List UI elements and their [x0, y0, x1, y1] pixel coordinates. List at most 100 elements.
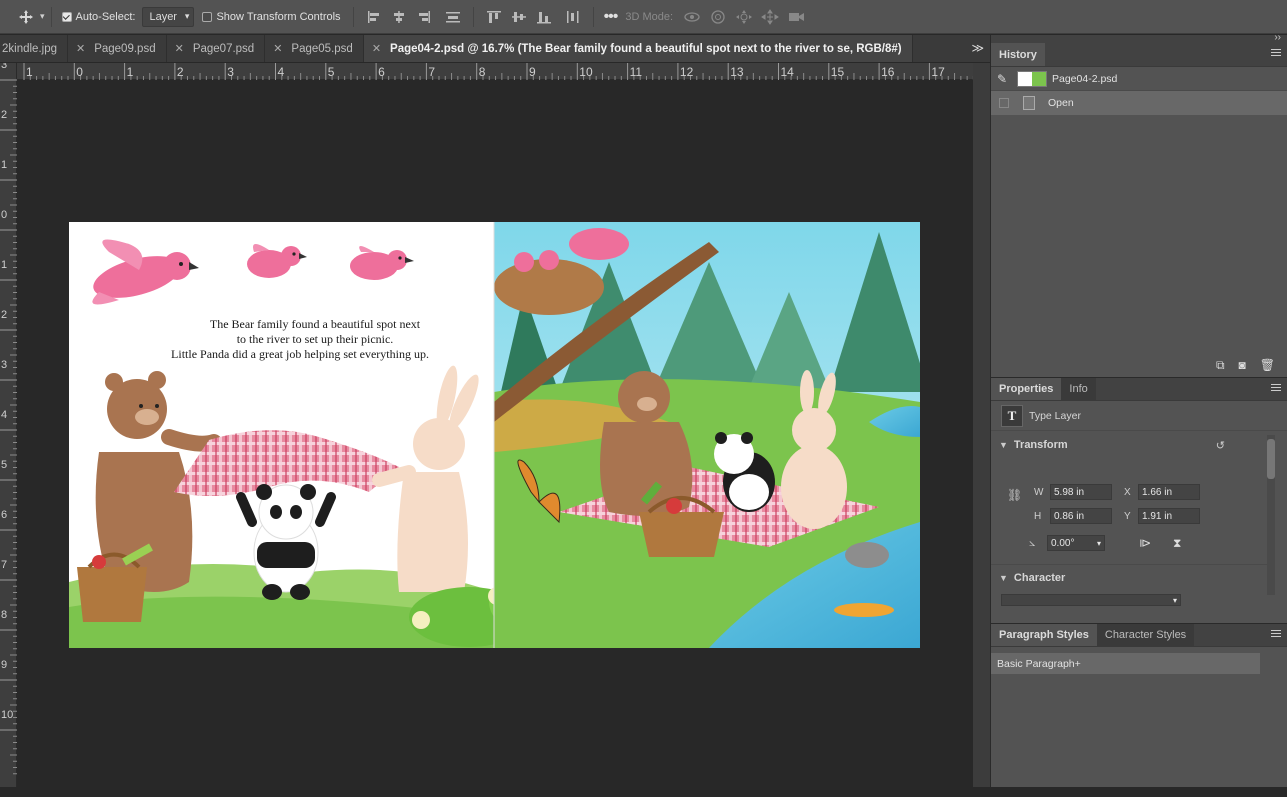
chevron-down-icon[interactable]: ▾ — [40, 11, 45, 22]
orbit-3d-icon[interactable] — [683, 9, 701, 25]
tab-history[interactable]: History — [991, 43, 1045, 66]
angle-field[interactable]: 0.00° ▾ — [1047, 535, 1105, 551]
tab-character-styles[interactable]: Character Styles — [1096, 624, 1195, 646]
close-icon[interactable]: ✕ — [76, 42, 85, 55]
panel-menu-icon[interactable] — [1271, 384, 1281, 393]
options-bar: ▾ Auto-Select: Layer ▾ Show Transform Co… — [0, 0, 1287, 34]
move-tool-icon[interactable] — [18, 9, 34, 25]
history-snapshot[interactable]: ✎ Page04-2.psd — [991, 67, 1287, 91]
show-transform-checkbox[interactable] — [202, 11, 213, 22]
rock — [845, 542, 889, 568]
tab-paragraph-styles[interactable]: Paragraph Styles — [991, 624, 1097, 646]
reset-icon[interactable]: ↺ — [1216, 439, 1225, 452]
flip-horizontal-icon[interactable]: ⧐ — [1139, 536, 1151, 550]
auto-select-checkbox[interactable] — [61, 11, 72, 22]
fish — [834, 603, 894, 617]
panel-menu-icon[interactable] — [1271, 630, 1281, 639]
story-text-line: Little Panda did a great job helping set… — [171, 347, 429, 361]
width-field[interactable]: 5.98 in — [1050, 484, 1112, 500]
camera-3d-icon[interactable] — [787, 9, 805, 25]
transform-section-header[interactable]: ▼ Transform ↺ — [991, 433, 1287, 457]
distribute-vertical-icon[interactable] — [565, 10, 581, 24]
history-state-box — [999, 98, 1009, 108]
chevron-down-icon: ▾ — [1172, 595, 1177, 605]
pan-3d-icon[interactable] — [735, 9, 753, 25]
align-center-icon[interactable] — [391, 10, 407, 24]
styles-panel-header: Paragraph Styles Character Styles — [991, 623, 1287, 647]
brush-icon: ✎ — [997, 71, 1008, 86]
align-left-icon[interactable] — [366, 10, 382, 24]
horizontal-ruler[interactable]: 1 0 1 2 3 4 5 6 7 8 9 10 11 12 13 14 15 16 17 — [17, 63, 974, 80]
h-label: H — [1034, 510, 1042, 522]
link-icon[interactable]: ⛓ — [1007, 488, 1022, 502]
close-icon[interactable]: ✕ — [372, 42, 381, 55]
ruler-label: 0 — [1, 209, 7, 221]
w-label: W — [1034, 486, 1044, 498]
chevron-down-icon: ▾ — [1096, 538, 1101, 548]
tab-info[interactable]: Info — [1061, 378, 1096, 400]
doc-tab[interactable]: ✕ Page07.psd — [167, 35, 266, 62]
tab-properties[interactable]: Properties — [991, 378, 1062, 400]
right-panels: ›› History ✎ Page04-2.psd Open ⧉ ◙ 🗑 Pro… — [990, 32, 1287, 787]
doc-tab[interactable]: ✕ Page05.psd — [265, 35, 364, 62]
ruler-label: 5 — [1, 459, 7, 471]
doc-tab-label: Page04-2.psd @ 16.7% (The Bear family fo… — [390, 42, 902, 55]
align-top-icon[interactable] — [486, 10, 502, 24]
character-label: Character — [1013, 572, 1066, 584]
panel-collapse-bar[interactable]: ›› — [991, 32, 1287, 43]
ruler-label: 2 — [1, 309, 7, 321]
font-family-dropdown[interactable]: ▾ — [1001, 594, 1181, 606]
doc-tab-active[interactable]: ✕ Page04-2.psd @ 16.7% (The Bear family … — [363, 35, 913, 62]
artwork-document[interactable]: The Bear family found a beautiful spot n… — [69, 222, 920, 648]
x-field[interactable]: 1.66 in — [1138, 484, 1200, 500]
doc-tab-label: 2kindle.jpg — [2, 42, 57, 55]
properties-panel-header: Properties Info — [991, 377, 1287, 401]
close-icon[interactable]: ✕ — [175, 42, 184, 55]
ruler-label: 3 — [227, 65, 234, 79]
height-field[interactable]: 0.86 in — [1050, 508, 1112, 524]
ruler-label: 5 — [328, 65, 335, 79]
ruler-label: 7 — [428, 65, 435, 79]
character-section-header[interactable]: ▼ Character — [999, 572, 1065, 584]
baby-bird — [539, 250, 559, 270]
align-right-icon[interactable] — [416, 10, 432, 24]
tab-overflow-icon[interactable]: ≫ — [971, 41, 984, 55]
camera-icon[interactable]: ◙ — [1239, 358, 1246, 372]
panel-menu-icon[interactable] — [1271, 49, 1281, 58]
doc-tab-label: Page05.psd — [291, 42, 353, 55]
angle-icon: ⦣ — [1029, 536, 1036, 549]
ruler-label: 16 — [881, 65, 895, 79]
distribute-horizontal-icon[interactable] — [445, 10, 461, 24]
style-item[interactable]: Basic Paragraph+ — [991, 653, 1260, 674]
roll-3d-icon[interactable] — [709, 9, 727, 25]
collapse-icon[interactable]: ›› — [1274, 32, 1281, 43]
history-step[interactable]: Open — [991, 91, 1287, 115]
align-middle-icon[interactable] — [511, 10, 527, 24]
slide-3d-icon[interactable] — [761, 8, 779, 25]
3d-mode-label: 3D Mode: — [625, 10, 674, 23]
chevron-down-icon: ▼ — [999, 440, 1008, 450]
more-options-icon[interactable]: ••• — [604, 8, 619, 26]
story-text-line: The Bear family found a beautiful spot n… — [210, 317, 421, 331]
y-field[interactable]: 1.91 in — [1138, 508, 1200, 524]
properties-scrollbar[interactable] — [1267, 435, 1275, 595]
ruler-label: 1 — [1, 259, 7, 271]
flip-vertical-icon[interactable]: ⧗ — [1173, 536, 1181, 551]
canvas-vertical-scrollbar[interactable] — [973, 63, 990, 787]
horizontal-ruler-ticks: 1 0 1 2 3 4 5 6 7 8 9 10 11 12 13 14 15 16 17 — [23, 63, 974, 80]
doc-tab[interactable]: 2kindle.jpg — [0, 35, 68, 62]
trash-icon[interactable]: 🗑 — [1260, 358, 1275, 372]
ruler-label: 1 — [26, 65, 33, 79]
auto-select-dropdown[interactable]: Layer ▾ — [142, 6, 195, 27]
vertical-ruler[interactable]: 3 2 1 0 1 2 3 4 5 6 7 8 9 10 — [0, 59, 17, 787]
align-bottom-icon[interactable] — [536, 10, 552, 24]
new-document-icon[interactable]: ⧉ — [1216, 358, 1225, 373]
y-label: Y — [1124, 510, 1131, 522]
canvas-area[interactable]: The Bear family found a beautiful spot n… — [17, 80, 973, 787]
layer-type-label: Type Layer — [1029, 409, 1081, 422]
close-icon[interactable]: ✕ — [273, 42, 282, 55]
doc-tab[interactable]: ✕ Page09.psd — [68, 35, 167, 62]
ruler-label: 14 — [781, 65, 795, 79]
auto-select-value: Layer — [149, 10, 177, 23]
ruler-label: 4 — [278, 65, 285, 79]
